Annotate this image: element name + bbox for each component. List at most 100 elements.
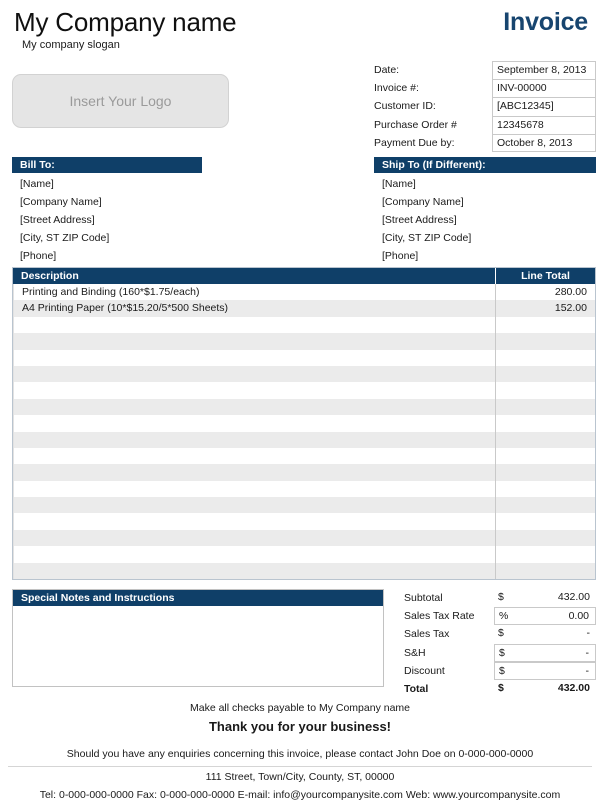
- invoice-meta-row: Customer ID: [ABC12345]: [374, 97, 596, 116]
- logo-placeholder[interactable]: Insert Your Logo: [12, 74, 229, 128]
- line-item-description[interactable]: [13, 447, 495, 465]
- currency-symbol: $: [498, 681, 504, 694]
- line-item-total[interactable]: [495, 365, 595, 383]
- line-item-total[interactable]: [495, 480, 595, 498]
- invoice-meta-table: Date: September 8, 2013 Invoice #: INV-0000…: [374, 61, 596, 152]
- line-item-total[interactable]: [495, 529, 595, 547]
- page-title: Invoice: [503, 8, 588, 36]
- column-header-line-total: Line Total: [495, 268, 595, 284]
- line-item-total[interactable]: [495, 316, 595, 334]
- line-item-description[interactable]: [13, 464, 495, 481]
- table-row[interactable]: [13, 529, 595, 547]
- logo-placeholder-label: Insert Your Logo: [69, 93, 172, 109]
- line-item-description[interactable]: [13, 398, 495, 416]
- line-item-description[interactable]: [13, 497, 495, 514]
- line-item-description[interactable]: [13, 546, 495, 563]
- special-notes-header: Special Notes and Instructions: [13, 590, 383, 606]
- line-item-description[interactable]: [13, 382, 495, 399]
- line-item-description[interactable]: [13, 316, 495, 334]
- ship-to-header: Ship To (If Different):: [374, 157, 596, 173]
- line-item-description[interactable]: [13, 513, 495, 530]
- line-item-description[interactable]: [13, 349, 495, 366]
- totals-value: 432.00: [557, 681, 590, 694]
- table-row[interactable]: [13, 316, 595, 334]
- table-row[interactable]: [13, 546, 595, 563]
- totals-input-cell[interactable]: $ -: [494, 643, 596, 662]
- line-item-total[interactable]: [495, 349, 595, 366]
- line-item-total[interactable]: [495, 415, 595, 432]
- totals-input-cell[interactable]: $ -: [494, 661, 596, 680]
- line-item-total[interactable]: [495, 513, 595, 530]
- totals-row: Discount $ -: [404, 661, 596, 680]
- totals-label: S&H: [404, 646, 426, 659]
- line-item-description[interactable]: [13, 562, 495, 580]
- bill-to-header: Bill To:: [12, 157, 202, 173]
- line-item-total[interactable]: 280.00: [495, 284, 595, 301]
- invoice-meta-value[interactable]: INV-00000: [492, 79, 596, 98]
- address-line[interactable]: [City, ST ZIP Code]: [374, 229, 471, 247]
- address-line[interactable]: [Name]: [374, 175, 471, 193]
- totals-label: Discount: [404, 664, 445, 677]
- table-row[interactable]: [13, 431, 595, 448]
- address-line[interactable]: [Name]: [12, 175, 109, 193]
- table-row[interactable]: [13, 513, 595, 530]
- totals-value[interactable]: -: [521, 663, 595, 679]
- line-item-description[interactable]: [13, 365, 495, 383]
- table-row[interactable]: [13, 497, 595, 514]
- table-row[interactable]: Printing and Binding (160*$1.75/each) 280…: [13, 284, 595, 301]
- line-item-total[interactable]: [495, 398, 595, 416]
- totals-value[interactable]: 0.00: [521, 608, 595, 624]
- table-row[interactable]: [13, 365, 595, 383]
- table-row[interactable]: [13, 480, 595, 498]
- line-item-description[interactable]: A4 Printing Paper (10*$15.20/5*500 Sheet…: [13, 300, 495, 317]
- table-row[interactable]: [13, 398, 595, 416]
- invoice-meta-label: Payment Due by:: [374, 136, 455, 149]
- line-item-description[interactable]: Printing and Binding (160*$1.75/each): [13, 284, 495, 301]
- special-notes-input[interactable]: [13, 606, 383, 614]
- footer-divider: [8, 766, 592, 767]
- line-item-description[interactable]: [13, 333, 495, 350]
- invoice-meta-value[interactable]: 12345678: [492, 115, 596, 134]
- table-row[interactable]: A4 Printing Paper (10*$15.20/5*500 Sheet…: [13, 300, 595, 317]
- line-item-description[interactable]: [13, 529, 495, 547]
- table-row[interactable]: [13, 562, 595, 580]
- invoice-page: My Company name My company slogan Invoic…: [0, 0, 600, 812]
- address-line[interactable]: [Company Name]: [374, 193, 471, 211]
- line-item-total[interactable]: 152.00: [495, 300, 595, 317]
- table-row[interactable]: [13, 447, 595, 465]
- line-item-total[interactable]: [495, 333, 595, 350]
- table-row[interactable]: [13, 464, 595, 481]
- invoice-meta-value[interactable]: October 8, 2013: [492, 133, 596, 152]
- table-row[interactable]: [13, 333, 595, 350]
- address-line[interactable]: [Phone]: [12, 247, 109, 265]
- table-row[interactable]: [13, 382, 595, 399]
- line-item-total[interactable]: [495, 562, 595, 580]
- line-item-total[interactable]: [495, 497, 595, 514]
- line-item-total[interactable]: [495, 431, 595, 448]
- address-line[interactable]: [Phone]: [374, 247, 471, 265]
- totals-input-cell[interactable]: % 0.00: [494, 607, 596, 626]
- line-item-total[interactable]: [495, 546, 595, 563]
- address-line[interactable]: [Street Address]: [12, 211, 109, 229]
- invoice-meta-value[interactable]: [ABC12345]: [492, 97, 596, 116]
- invoice-meta-value[interactable]: September 8, 2013: [492, 61, 596, 80]
- line-items-body: Printing and Binding (160*$1.75/each) 280…: [13, 284, 595, 580]
- line-item-total[interactable]: [495, 447, 595, 465]
- special-notes-box[interactable]: Special Notes and Instructions: [12, 589, 384, 687]
- footer-thanks: Thank you for your business!: [208, 719, 392, 734]
- line-item-description[interactable]: [13, 480, 495, 498]
- totals-value[interactable]: -: [521, 645, 595, 661]
- address-line[interactable]: [City, ST ZIP Code]: [12, 229, 109, 247]
- address-line[interactable]: [Street Address]: [374, 211, 471, 229]
- table-row[interactable]: [13, 349, 595, 366]
- totals-row: Total $432.00: [404, 680, 596, 698]
- totals-value: -: [586, 627, 591, 640]
- bill-to-address: [Name] [Company Name] [Street Address] [Cit…: [12, 175, 109, 265]
- line-item-total[interactable]: [495, 382, 595, 399]
- line-item-total[interactable]: [495, 464, 595, 481]
- address-line[interactable]: [Company Name]: [12, 193, 109, 211]
- line-item-description[interactable]: [13, 431, 495, 448]
- line-item-description[interactable]: [13, 415, 495, 432]
- table-row[interactable]: [13, 415, 595, 432]
- totals-row: Subtotal $432.00: [404, 589, 596, 607]
